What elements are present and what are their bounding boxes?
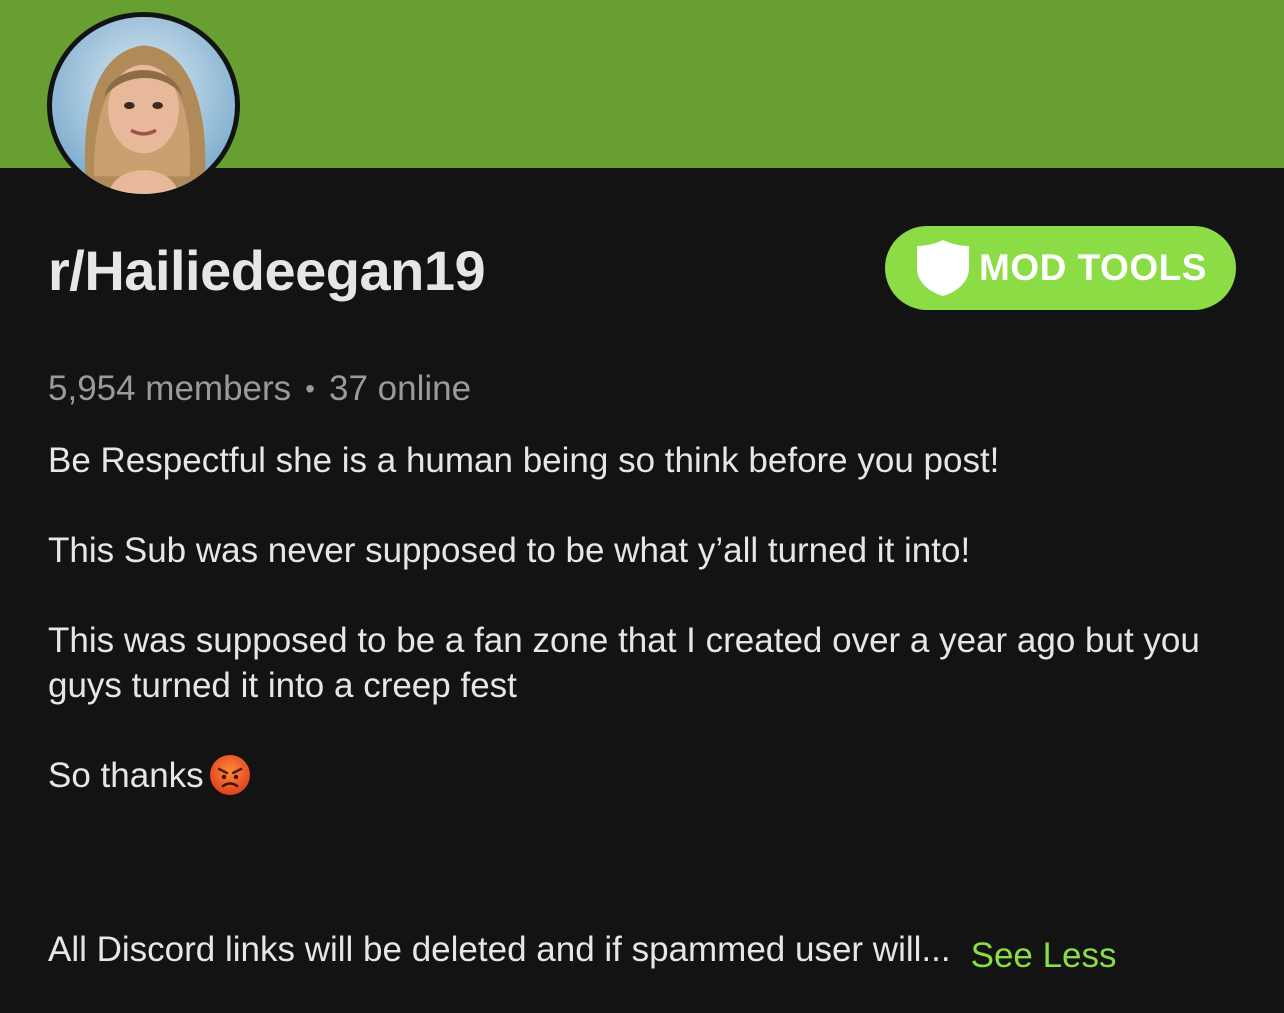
see-less-link[interactable]: See Less — [971, 936, 1117, 976]
online-count: 37 online — [328, 369, 472, 408]
stats-separator: • — [305, 373, 315, 404]
community-avatar[interactable] — [47, 12, 240, 199]
community-description: Be Respectful she is a human being so th… — [48, 438, 1238, 798]
description-line: All Discord links will be deleted and if… — [48, 930, 951, 969]
community-stats: 5,954 members • 37 online — [48, 369, 471, 409]
description-line: Be Respectful she is a human being so th… — [48, 441, 1000, 480]
description-line: This Sub was never supposed to be what y… — [48, 531, 971, 570]
description-line: So thanks — [48, 753, 1238, 798]
shield-icon — [917, 240, 969, 296]
description-line: This was supposed to be a fan zone that … — [48, 621, 1200, 705]
mod-tools-label: MOD TOOLS — [979, 247, 1207, 288]
community-name: r/Hailiedeegan19 — [48, 239, 486, 302]
mod-tools-button[interactable]: MOD TOOLS — [885, 226, 1236, 310]
description-thanks: So thanks — [48, 756, 204, 795]
avatar-photo — [55, 17, 232, 194]
description-truncated: All Discord links will be deleted and if… — [48, 930, 1117, 975]
members-count: 5,954 members — [48, 369, 292, 408]
angry-face-emoji — [209, 755, 250, 795]
